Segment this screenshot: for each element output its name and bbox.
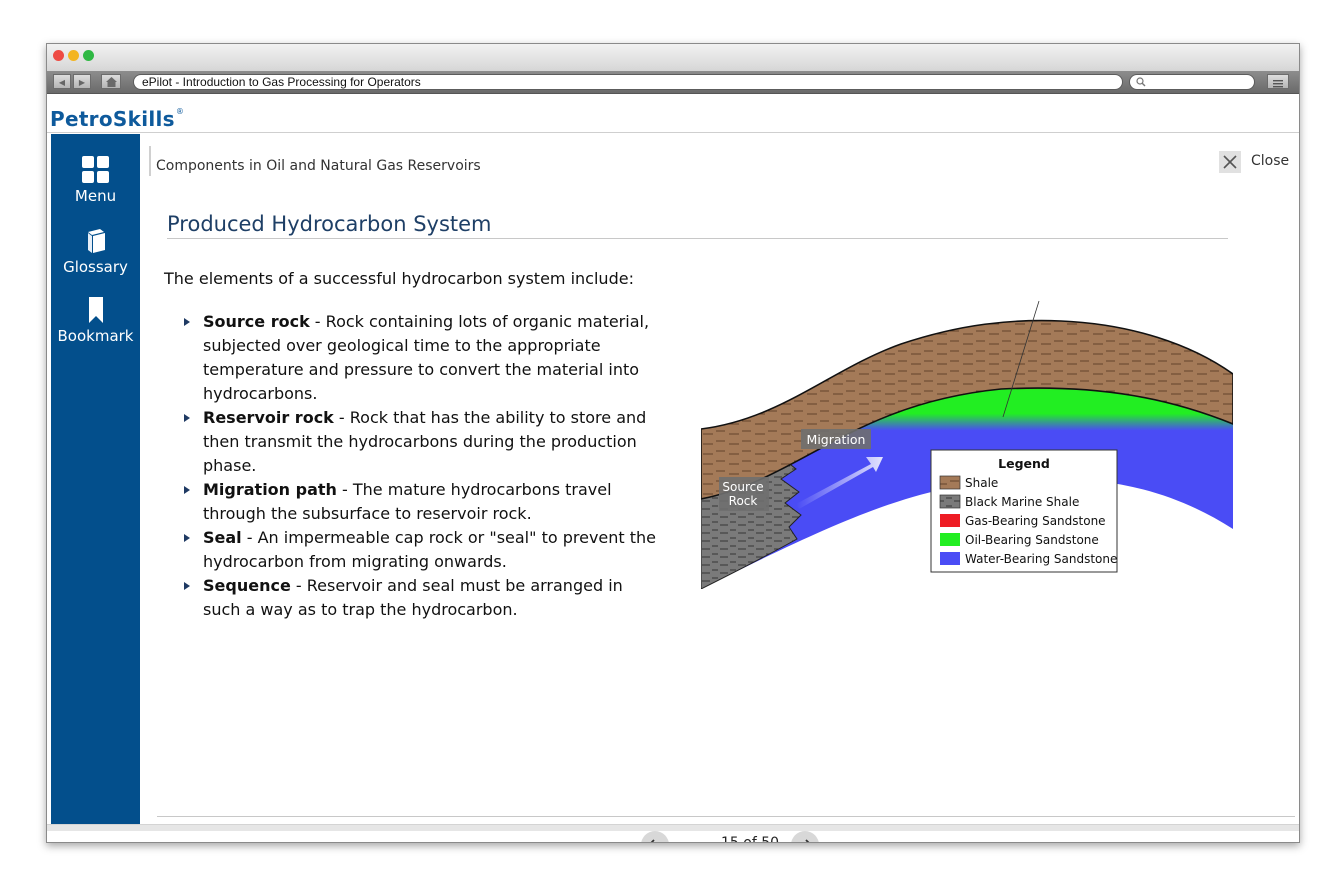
sidebar: Menu Glossary Bookmark	[51, 134, 140, 824]
list-item: Seal - An impermeable cap rock or "seal"…	[179, 526, 659, 574]
bullet-arrow-icon	[184, 582, 190, 590]
list-item-term: Sequence	[203, 576, 291, 595]
hamburger-icon	[1273, 80, 1283, 88]
maximize-window-button[interactable]	[83, 50, 94, 61]
book-icon	[87, 229, 105, 253]
sidebar-item-label: Menu	[74, 187, 117, 205]
list-item-term: Source rock	[203, 312, 310, 331]
title-bar	[47, 44, 1299, 71]
browser-search-input[interactable]	[1129, 74, 1255, 90]
list-item-text: - An impermeable cap rock or "seal" to p…	[203, 528, 657, 571]
legend-swatch-gas	[940, 514, 960, 527]
legend-swatch-shale	[939, 475, 961, 490]
list-item-term: Migration path	[203, 480, 337, 499]
legend-label: Shale	[965, 476, 998, 490]
close-button[interactable]	[1219, 151, 1241, 173]
close-label[interactable]: Close	[1251, 153, 1289, 169]
reservoir-diagram-svg: Migration Source Rock Legend Shale Black…	[700, 300, 1234, 590]
search-icon	[1136, 77, 1146, 87]
arrow-right-icon	[805, 839, 810, 842]
logo-text: PetroSkills	[50, 107, 175, 131]
window-footer	[47, 824, 1299, 831]
legend: Legend Shale Black Marine Shale Gas-Bear…	[930, 449, 1118, 573]
sidebar-item-glossary[interactable]: Glossary	[51, 228, 140, 276]
footer-divider	[157, 816, 1295, 817]
source-rock-label-line2: Rock	[729, 494, 758, 508]
back-arrow-icon: ◀	[58, 78, 66, 87]
previous-page-button[interactable]	[641, 831, 669, 842]
content-area: Components in Oil and Natural Gas Reserv…	[141, 132, 1299, 842]
list-item-term: Reservoir rock	[203, 408, 334, 427]
legend-title: Legend	[998, 456, 1050, 471]
sidebar-item-bookmark[interactable]: Bookmark	[51, 297, 140, 345]
source-rock-label-line1: Source	[722, 480, 763, 494]
bullet-arrow-icon	[184, 414, 190, 422]
list-item: Source rock - Rock containing lots of or…	[179, 310, 659, 406]
bullet-arrow-icon	[184, 318, 190, 326]
grid-icon	[82, 156, 109, 183]
browser-toolbar: ◀ ▶ ePilot - Introduction to Gas Process…	[47, 71, 1299, 94]
home-icon	[105, 77, 117, 87]
address-bar[interactable]: ePilot - Introduction to Gas Processing …	[133, 74, 1123, 90]
forward-button[interactable]: ▶	[73, 74, 91, 89]
close-window-button[interactable]	[53, 50, 64, 61]
migration-label: Migration	[807, 432, 866, 447]
intro-text: The elements of a successful hydrocarbon…	[164, 269, 634, 288]
close-icon	[1223, 155, 1237, 169]
registered-mark: ®	[175, 107, 185, 116]
arrow-left-icon	[650, 839, 655, 842]
back-button[interactable]: ◀	[53, 74, 71, 89]
bullet-arrow-icon	[184, 486, 190, 494]
legend-label: Water-Bearing Sandstone	[965, 552, 1117, 566]
sidebar-item-label: Bookmark	[57, 327, 134, 345]
legend-label: Gas-Bearing Sandstone	[965, 514, 1106, 528]
sidebar-item-menu[interactable]: Menu	[51, 156, 140, 205]
breadcrumb: Components in Oil and Natural Gas Reserv…	[156, 158, 481, 174]
home-button[interactable]	[101, 74, 121, 89]
bullet-arrow-icon	[184, 534, 190, 542]
bookmark-icon	[88, 297, 103, 323]
legend-label: Black Marine Shale	[965, 495, 1079, 509]
list-item-term: Seal	[203, 528, 242, 547]
legend-swatch-oil	[940, 533, 960, 546]
list-item: Migration path - The mature hydrocarbons…	[179, 478, 659, 526]
list-item: Reservoir rock - Rock that has the abili…	[179, 406, 659, 478]
minimize-window-button[interactable]	[68, 50, 79, 61]
legend-swatch-water	[940, 552, 960, 565]
page-title: Produced Hydrocarbon System	[167, 212, 492, 236]
browser-menu-button[interactable]	[1267, 74, 1289, 89]
breadcrumb-divider	[149, 146, 151, 176]
legend-swatch-black-shale	[939, 494, 961, 509]
element-list: Source rock - Rock containing lots of or…	[179, 310, 659, 622]
petroskills-logo: PetroSkills®	[50, 107, 184, 131]
sidebar-item-label: Glossary	[63, 258, 128, 276]
forward-arrow-icon: ▶	[78, 78, 86, 87]
reservoir-diagram: Migration Source Rock Legend Shale Black…	[700, 289, 1234, 593]
list-item: Sequence - Reservoir and seal must be ar…	[179, 574, 659, 622]
app-header: PetroSkills®	[47, 94, 1299, 133]
title-divider	[167, 238, 1228, 239]
legend-label: Oil-Bearing Sandstone	[965, 533, 1099, 547]
browser-window: ◀ ▶ ePilot - Introduction to Gas Process…	[46, 43, 1300, 843]
next-page-button[interactable]	[791, 831, 819, 842]
